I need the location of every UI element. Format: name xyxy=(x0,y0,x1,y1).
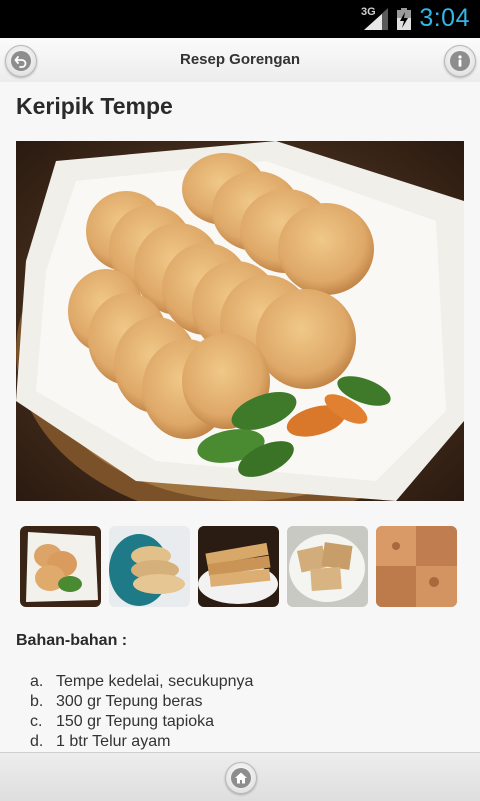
ingredient-text: 1 btr Telur ayam xyxy=(56,733,171,750)
recipe-hero-image xyxy=(16,141,464,501)
bottom-bar xyxy=(0,752,480,801)
home-icon xyxy=(231,768,251,788)
info-icon xyxy=(450,51,470,71)
signal-icon xyxy=(364,8,388,30)
action-bar: Resep Gorengan xyxy=(0,38,480,83)
ingredient-marker: a. xyxy=(30,673,44,690)
ingredient-text: 300 gr Tepung beras xyxy=(56,693,203,710)
thumbnail-4[interactable] xyxy=(287,526,368,607)
ingredient-marker: d. xyxy=(30,733,44,750)
ingredient-item: a. Tempe kedelai, secukupnya xyxy=(30,672,253,692)
thumbnail-2[interactable] xyxy=(109,526,190,607)
ingredient-text: 150 gr Tepung tapioka xyxy=(56,713,215,730)
battery-charging-icon xyxy=(397,8,411,30)
ingredient-marker: b. xyxy=(30,693,44,710)
app-title: Resep Gorengan xyxy=(179,51,301,68)
clock: 3:04 xyxy=(419,4,470,32)
ingredient-marker: c. xyxy=(30,713,43,730)
status-bar: 3G 3:04 xyxy=(0,0,480,38)
recipe-content[interactable]: Keripik Tempe Bahan-bahan: a. Tempe ked… xyxy=(0,82,480,752)
thumbnail-3[interactable] xyxy=(198,526,279,607)
thumbnail-1[interactable] xyxy=(20,526,101,607)
ingredients-list: a. Tempe kedelai, secukupnya b. 300 gr Tep… xyxy=(30,672,253,752)
ingredient-item: b. 300 gr Tepung beras xyxy=(30,692,253,712)
ingredient-item: d. 1 btr Telur ayam xyxy=(30,732,253,752)
ingredients-heading: Bahan-bahan : xyxy=(16,632,128,649)
recipe-title: Keripik Tempe xyxy=(16,93,173,119)
ingredient-text: Tempe kedelai, secukupnya xyxy=(56,673,254,690)
info-button[interactable] xyxy=(444,45,476,77)
thumbnail-5[interactable] xyxy=(376,526,457,607)
ingredient-item: c. 150 gr Tepung tapioka xyxy=(30,712,253,732)
home-button[interactable] xyxy=(225,762,257,794)
thumbnail-strip xyxy=(20,526,460,608)
